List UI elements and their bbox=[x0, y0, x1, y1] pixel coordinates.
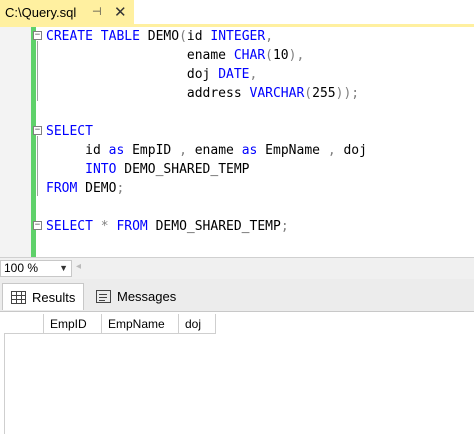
zoom-value: 100 % bbox=[4, 261, 39, 275]
code-line: doj DATE, bbox=[46, 67, 258, 82]
code-line: id as EmpID , ename as EmpName , doj bbox=[46, 143, 367, 158]
zoom-select[interactable]: 100 % ▼ bbox=[0, 260, 72, 277]
collapse-icon[interactable]: − bbox=[33, 221, 42, 230]
tab-messages-label: Messages bbox=[117, 289, 177, 304]
line-number-gutter bbox=[0, 27, 31, 257]
code-line: INTO DEMO_SHARED_TEMP bbox=[85, 162, 250, 177]
fold-guide bbox=[37, 41, 38, 101]
results-grid[interactable]: EmpID EmpName doj bbox=[0, 311, 474, 435]
tab-results[interactable]: Results bbox=[2, 283, 84, 310]
column-header-empid[interactable]: EmpID bbox=[44, 314, 102, 334]
column-header-empname[interactable]: EmpName bbox=[102, 314, 179, 334]
code-line: SELECT * FROM DEMO_SHARED_TEMP; bbox=[46, 219, 289, 234]
collapse-icon[interactable]: − bbox=[33, 31, 42, 40]
grid-icon bbox=[11, 290, 26, 304]
code-line: ename CHAR(10), bbox=[46, 48, 305, 63]
code-line: CREATE TABLE DEMO(id INTEGER, bbox=[46, 29, 274, 44]
collapse-icon[interactable]: − bbox=[33, 126, 42, 135]
code-line: address VARCHAR(255)); bbox=[46, 86, 360, 101]
document-tab-title: C:\Query.sql bbox=[5, 4, 77, 20]
chevron-down-icon[interactable]: ▼ bbox=[59, 261, 68, 276]
results-tabstrip: Results Messages bbox=[0, 279, 474, 311]
horizontal-scrollbar[interactable]: ◂ bbox=[76, 261, 85, 276]
sql-editor[interactable]: − − − CREATE TABLE DEMO(id INTEGER, enam… bbox=[0, 27, 474, 257]
code-line: FROM DEMO; bbox=[46, 181, 125, 196]
pin-icon[interactable]: ⊣ bbox=[92, 5, 102, 18]
zoom-bar: 100 % ▼ ◂ bbox=[0, 257, 474, 279]
column-header-doj[interactable]: doj bbox=[179, 314, 216, 334]
tab-well bbox=[134, 0, 474, 24]
document-tab[interactable]: C:\Query.sql ⊣ ✕ bbox=[0, 0, 134, 24]
grid-header-row: EmpID EmpName doj bbox=[4, 314, 216, 334]
tab-results-label: Results bbox=[32, 289, 76, 305]
tab-messages[interactable]: Messages bbox=[88, 283, 182, 310]
fold-guide bbox=[37, 136, 38, 196]
row-number-header[interactable] bbox=[4, 314, 44, 334]
code-line: SELECT bbox=[46, 124, 93, 139]
close-icon[interactable]: ✕ bbox=[114, 3, 127, 21]
messages-icon bbox=[96, 290, 111, 303]
